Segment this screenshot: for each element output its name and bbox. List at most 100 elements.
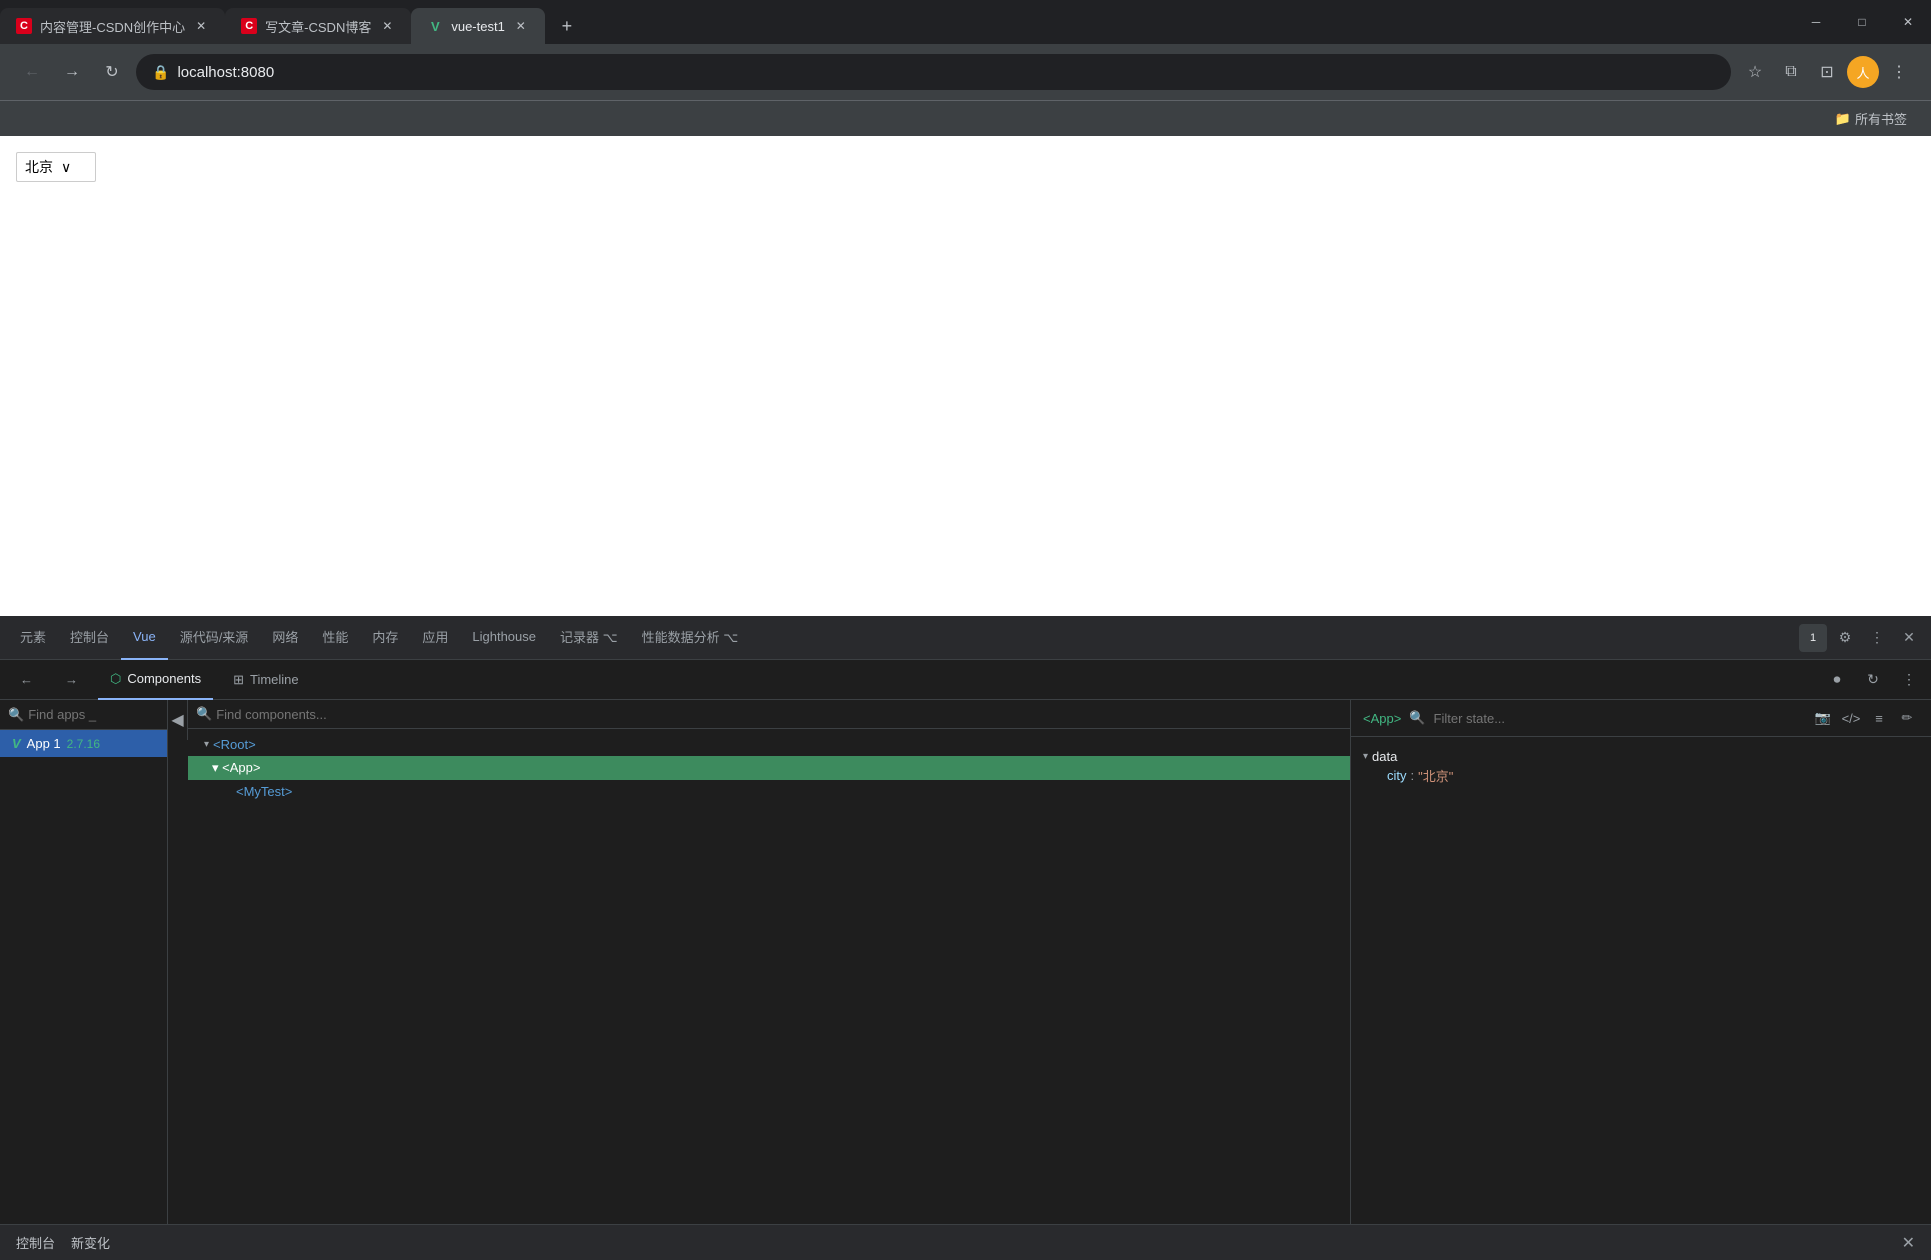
split-view-button[interactable]: ⊡ xyxy=(1811,56,1843,88)
sidebar-collapse-button[interactable]: ◀ xyxy=(168,700,188,740)
extensions-button[interactable]: ⧉ xyxy=(1775,56,1807,88)
back-button[interactable]: ← xyxy=(16,56,48,88)
city-value: "北京" xyxy=(1418,766,1453,785)
status-bar-close-icon[interactable]: ✕ xyxy=(1902,1233,1915,1253)
status-console[interactable]: 控制台 xyxy=(16,1233,55,1252)
mytest-tag: <MyTest> xyxy=(236,784,292,799)
status-bar: 控制台 新变化 ✕ xyxy=(0,1224,1931,1260)
devtools-tab-network[interactable]: 网络 xyxy=(260,616,310,660)
tab-2-close[interactable]: ✕ xyxy=(379,18,395,34)
app-list-item-1[interactable]: V App 1 2.7.16 xyxy=(0,730,167,757)
devtools-tab-bar: 元素 控制台 Vue 源代码/来源 网络 性能 内存 应用 Lighthouse… xyxy=(0,616,1931,660)
tab-bar: C 内容管理-CSDN创作中心 ✕ C 写文章-CSDN博客 ✕ V vue-t… xyxy=(0,0,1931,44)
devtools-close-icon[interactable]: ✕ xyxy=(1895,624,1923,652)
data-section-label: data xyxy=(1372,749,1397,764)
devtools-tab-memory[interactable]: 内存 xyxy=(360,616,410,660)
chevron-down-icon: ∨ xyxy=(61,159,71,176)
sources-tab-label: 源代码/来源 xyxy=(180,627,249,646)
tab-2-favicon: C xyxy=(241,18,257,34)
devtools-back-btn[interactable]: ← xyxy=(8,660,45,700)
root-tag: <Root> xyxy=(213,737,256,752)
city-colon: : xyxy=(1411,768,1415,783)
profile-button[interactable]: 人 xyxy=(1847,56,1879,88)
tree-node-root[interactable]: ▾ <Root> xyxy=(188,733,1350,756)
state-body: ▾ data city : "北京" xyxy=(1351,737,1931,1224)
devtools-body: 🔍 ↻ V App 1 2.7.16 ◀ 🔍 ▾ xyxy=(0,700,1931,1224)
select-box[interactable]: 北京 ∨ xyxy=(16,152,96,182)
timeline-icon: ⊞ xyxy=(233,672,244,688)
devtools-tab-lighthouse[interactable]: Lighthouse xyxy=(460,616,548,660)
more-options-icon[interactable]: ⋮ xyxy=(1863,624,1891,652)
new-tab-button[interactable]: + xyxy=(549,8,585,44)
address-bar: ← → ↻ 🔒 localhost:8080 ☆ ⧉ ⊡ 人 ⋮ xyxy=(0,44,1931,100)
select-value: 北京 xyxy=(25,157,53,177)
state-search-icon: 🔍 xyxy=(1409,710,1425,726)
component-search: 🔍 xyxy=(188,700,1350,729)
state-filter-input[interactable] xyxy=(1434,711,1803,726)
app-name: App 1 xyxy=(27,736,61,751)
minimize-button[interactable]: ─ xyxy=(1793,0,1839,44)
menu-button[interactable]: ⋮ xyxy=(1883,56,1915,88)
refresh-button[interactable]: ↻ xyxy=(96,56,128,88)
more-devtools-button[interactable]: ⋮ xyxy=(1895,666,1923,694)
devtools-tab-console[interactable]: 控制台 xyxy=(58,616,121,660)
devtools-tab-recorder[interactable]: 记录器 ⌥ xyxy=(548,616,630,660)
edit-icon[interactable]: ✏ xyxy=(1895,706,1919,730)
component-search-input[interactable] xyxy=(216,707,1342,722)
devtools-tab-sources[interactable]: 源代码/来源 xyxy=(168,616,261,660)
component-search-icon: 🔍 xyxy=(196,706,212,722)
address-actions: ☆ ⧉ ⊡ 人 ⋮ xyxy=(1739,56,1915,88)
tab-3-favicon: V xyxy=(427,18,443,34)
recorder-tab-label: 记录器 ⌥ xyxy=(560,627,618,646)
record-button[interactable]: ⏺ xyxy=(1823,666,1851,694)
state-panel: <App> 🔍 📷 </> ≡ ✏ ▾ data city xyxy=(1351,700,1931,1224)
app-sidebar: 🔍 ↻ V App 1 2.7.16 xyxy=(0,700,168,1224)
devtools-forward-btn[interactable]: → xyxy=(53,660,90,700)
app-search-icon: 🔍 xyxy=(8,707,24,723)
browser-chrome: C 内容管理-CSDN创作中心 ✕ C 写文章-CSDN博客 ✕ V vue-t… xyxy=(0,0,1931,100)
collapse-icon: ◀ xyxy=(171,710,183,730)
settings-icon[interactable]: ⚙ xyxy=(1831,624,1859,652)
devtools-tab-vue[interactable]: Vue xyxy=(121,616,168,660)
state-component-tag: <App> xyxy=(1363,711,1401,726)
tree-node-app[interactable]: ▾ <App> xyxy=(188,756,1350,780)
bookmark-button[interactable]: ☆ xyxy=(1739,56,1771,88)
state-header: <App> 🔍 📷 </> ≡ ✏ xyxy=(1351,700,1931,737)
url-bar[interactable]: 🔒 localhost:8080 xyxy=(136,54,1731,90)
component-tree: ▾ <Root> ▾ <App> <MyTest> xyxy=(188,729,1350,1224)
performance-tab-label: 性能 xyxy=(322,627,348,646)
restore-button[interactable]: □ xyxy=(1839,0,1885,44)
tree-node-mytest[interactable]: <MyTest> xyxy=(188,780,1350,803)
screenshot-icon[interactable]: 📷 xyxy=(1811,706,1835,730)
state-section-data-header[interactable]: ▾ data xyxy=(1363,749,1919,764)
devtools-tab-perf-insights[interactable]: 性能数据分析 ⌥ xyxy=(630,616,751,660)
elements-tab-label: 元素 xyxy=(20,627,46,646)
city-select[interactable]: 北京 ∨ xyxy=(16,152,96,182)
data-section-arrow: ▾ xyxy=(1363,751,1368,762)
devtools-tab-performance[interactable]: 性能 xyxy=(310,616,360,660)
tab-3[interactable]: V vue-test1 ✕ xyxy=(411,8,544,44)
code-icon[interactable]: </> xyxy=(1839,706,1863,730)
reload-devtools-button[interactable]: ↻ xyxy=(1859,666,1887,694)
bookmarks-folder[interactable]: 📁 所有书签 xyxy=(1827,105,1915,132)
tab-2[interactable]: C 写文章-CSDN博客 ✕ xyxy=(225,8,411,44)
devtools-tab-actions: 1 ⚙ ⋮ ✕ xyxy=(1799,624,1923,652)
subtab-timeline[interactable]: ⊞ Timeline xyxy=(221,660,311,700)
close-button[interactable]: ✕ xyxy=(1885,0,1931,44)
tab-1[interactable]: C 内容管理-CSDN创作中心 ✕ xyxy=(0,8,225,44)
devtools-tab-application[interactable]: 应用 xyxy=(410,616,460,660)
app-expand-arrow: ▾ xyxy=(212,760,222,775)
vue-app-icon: V xyxy=(12,736,21,751)
tab-3-close[interactable]: ✕ xyxy=(513,18,529,34)
list-icon[interactable]: ≡ xyxy=(1867,706,1891,730)
forward-button[interactable]: → xyxy=(56,56,88,88)
subtab-components[interactable]: ⬡ Components xyxy=(98,660,213,700)
url-text: localhost:8080 xyxy=(177,64,1715,81)
devtools: 元素 控制台 Vue 源代码/来源 网络 性能 内存 应用 Lighthouse… xyxy=(0,616,1931,1260)
city-key: city xyxy=(1387,768,1407,783)
perf-insights-tab-label: 性能数据分析 ⌥ xyxy=(642,627,739,646)
devtools-tab-elements[interactable]: 元素 xyxy=(8,616,58,660)
bookmarks-bar: 📁 所有书签 xyxy=(0,100,1931,136)
tab-1-close[interactable]: ✕ xyxy=(193,18,209,34)
status-changes[interactable]: 新变化 xyxy=(71,1233,110,1252)
